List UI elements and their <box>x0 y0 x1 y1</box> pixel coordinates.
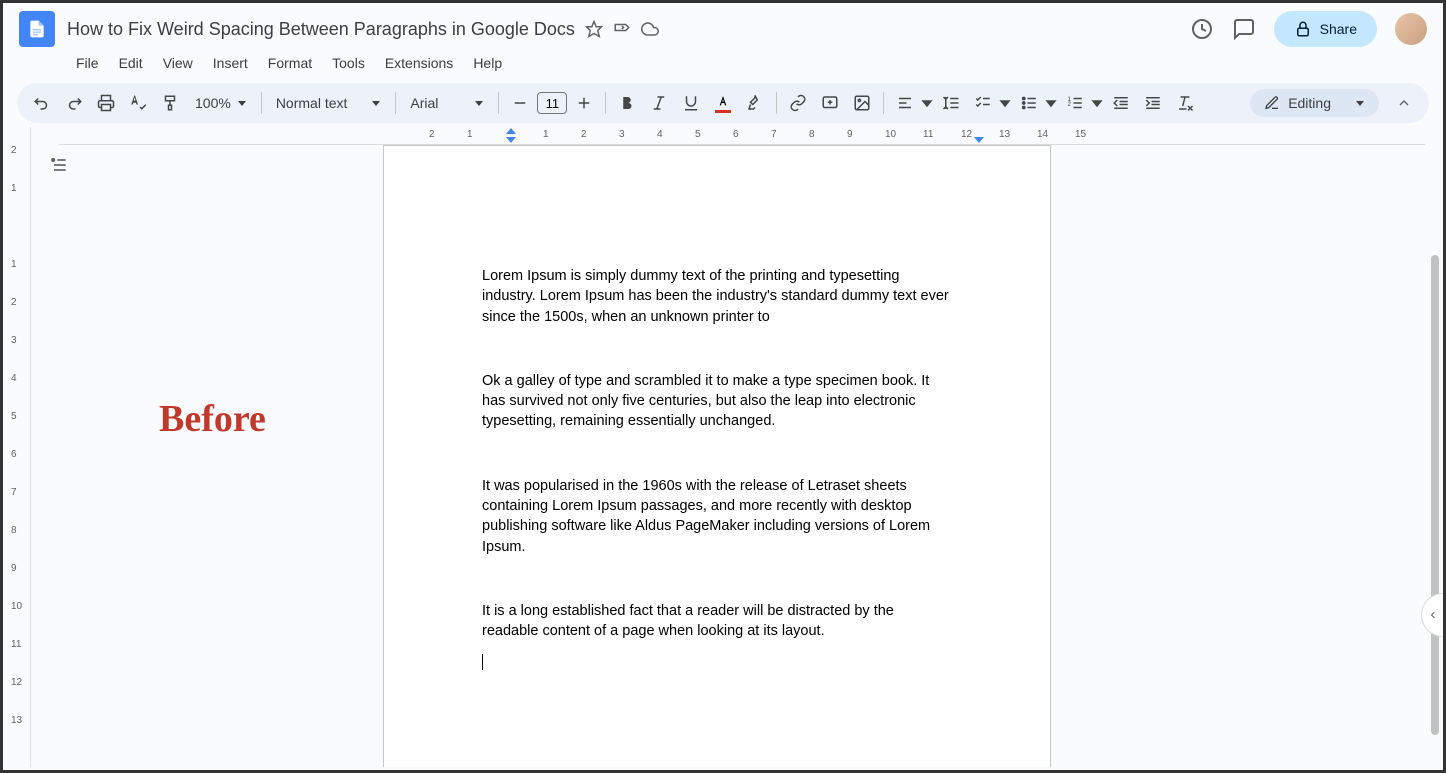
star-icon[interactable] <box>585 20 603 38</box>
paragraph-style-select[interactable]: Normal text <box>268 87 390 119</box>
bulleted-list-dropdown[interactable] <box>1044 87 1058 119</box>
paragraph[interactable]: It was popularised in the 1960s with the… <box>482 476 952 557</box>
line-spacing-button[interactable] <box>936 87 966 119</box>
fontsize-increase-button[interactable] <box>569 87 599 119</box>
menu-help[interactable]: Help <box>464 51 511 75</box>
menu-insert[interactable]: Insert <box>204 51 257 75</box>
document-title[interactable]: How to Fix Weird Spacing Between Paragra… <box>67 19 575 40</box>
paragraph[interactable]: It is a long established fact that a rea… <box>482 601 952 642</box>
align-dropdown[interactable] <box>920 87 934 119</box>
comments-icon[interactable] <box>1232 17 1256 41</box>
docs-logo[interactable] <box>19 11 55 47</box>
menu-view[interactable]: View <box>154 51 202 75</box>
cloud-status-icon[interactable] <box>641 20 659 38</box>
first-line-indent-marker[interactable] <box>506 137 516 143</box>
insert-comment-button[interactable] <box>815 87 845 119</box>
paragraph[interactable]: Ok a galley of type and scrambled it to … <box>482 371 952 432</box>
editing-mode-button[interactable]: Editing <box>1250 89 1379 117</box>
move-icon[interactable] <box>613 20 631 38</box>
text-color-button[interactable] <box>708 87 738 119</box>
insert-image-button[interactable] <box>847 87 877 119</box>
zoom-select[interactable]: 100% <box>187 87 255 119</box>
underline-button[interactable] <box>676 87 706 119</box>
numbered-list-button[interactable]: 12 <box>1060 87 1090 119</box>
align-button[interactable] <box>890 87 920 119</box>
bold-button[interactable] <box>612 87 642 119</box>
insert-link-button[interactable] <box>783 87 813 119</box>
menu-format[interactable]: Format <box>259 51 321 75</box>
undo-button[interactable] <box>27 87 57 119</box>
bulleted-list-button[interactable] <box>1014 87 1044 119</box>
highlight-button[interactable] <box>740 87 770 119</box>
menu-file[interactable]: File <box>67 51 108 75</box>
svg-text:2: 2 <box>1068 102 1072 108</box>
menu-edit[interactable]: Edit <box>110 51 152 75</box>
menubar: File Edit View Insert Format Tools Exten… <box>3 49 1443 83</box>
spellcheck-button[interactable] <box>123 87 153 119</box>
fontsize-input[interactable] <box>537 92 567 114</box>
toolbar: 100% Normal text Arial 12 <box>17 83 1429 123</box>
outline-toggle-button[interactable] <box>49 155 69 180</box>
annotation-before: Before <box>159 397 266 441</box>
menu-extensions[interactable]: Extensions <box>376 51 462 75</box>
collapse-toolbar-button[interactable] <box>1389 88 1419 118</box>
vertical-ruler: 2112345678910111213 <box>3 127 31 767</box>
italic-button[interactable] <box>644 87 674 119</box>
history-icon[interactable] <box>1190 17 1214 41</box>
avatar[interactable] <box>1395 13 1427 45</box>
text-cursor <box>482 654 483 670</box>
clear-formatting-button[interactable] <box>1170 87 1200 119</box>
decrease-indent-button[interactable] <box>1106 87 1136 119</box>
horizontal-ruler: 21123456789101112131415 <box>59 127 1425 145</box>
fontsize-decrease-button[interactable] <box>505 87 535 119</box>
increase-indent-button[interactable] <box>1138 87 1168 119</box>
checklist-button[interactable] <box>968 87 998 119</box>
paint-format-button[interactable] <box>155 87 185 119</box>
left-indent-marker[interactable] <box>506 128 516 134</box>
print-button[interactable] <box>91 87 121 119</box>
checklist-dropdown[interactable] <box>998 87 1012 119</box>
redo-button[interactable] <box>59 87 89 119</box>
share-label: Share <box>1320 21 1357 37</box>
document-page[interactable]: Lorem Ipsum is simply dummy text of the … <box>383 145 1051 767</box>
share-button[interactable]: Share <box>1274 11 1377 47</box>
font-select[interactable]: Arial <box>402 87 492 119</box>
menu-tools[interactable]: Tools <box>323 51 374 75</box>
paragraph[interactable]: Lorem Ipsum is simply dummy text of the … <box>482 266 952 327</box>
scrollbar-thumb[interactable] <box>1431 255 1439 735</box>
numbered-list-dropdown[interactable] <box>1090 87 1104 119</box>
right-indent-marker[interactable] <box>974 137 984 143</box>
